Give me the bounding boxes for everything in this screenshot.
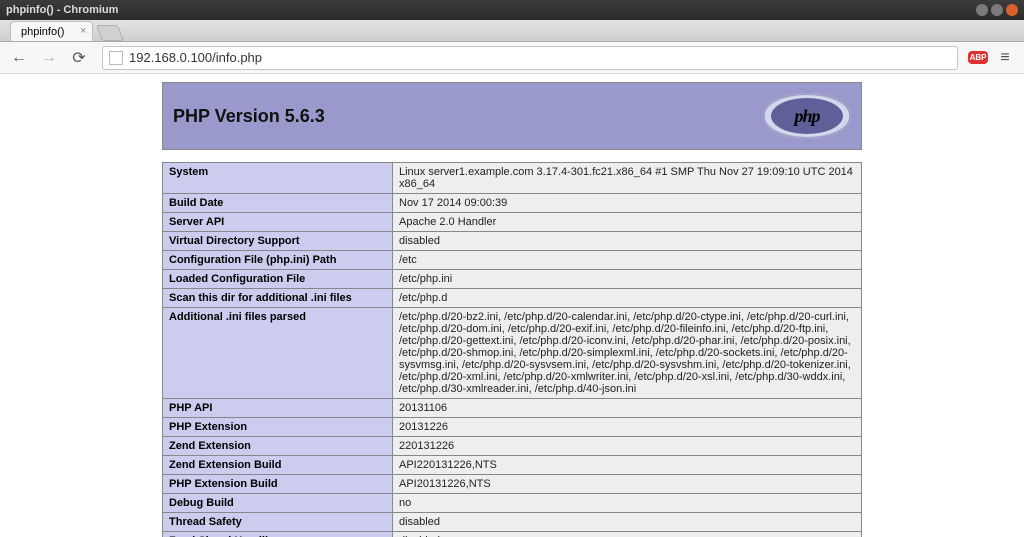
os-titlebar: phpinfo() - Chromium [0, 0, 1024, 20]
table-row: Debug Buildno [163, 494, 862, 513]
table-row: Scan this dir for additional .ini files/… [163, 289, 862, 308]
info-key: System [163, 163, 393, 194]
table-row: PHP Extension BuildAPI20131226,NTS [163, 475, 862, 494]
table-row: Additional .ini files parsed/etc/php.d/2… [163, 308, 862, 399]
info-value: /etc/php.ini [393, 270, 862, 289]
info-value: API220131226,NTS [393, 456, 862, 475]
window-maximize-button[interactable] [991, 4, 1003, 16]
adblock-extension-button[interactable]: ABP [968, 48, 988, 68]
reload-button[interactable]: ⟳ [66, 45, 92, 71]
table-row: Configuration File (php.ini) Path/etc [163, 251, 862, 270]
info-value: 20131106 [393, 399, 862, 418]
table-row: SystemLinux server1.example.com 3.17.4-3… [163, 163, 862, 194]
php-logo: php [763, 93, 851, 139]
info-value: Nov 17 2014 09:00:39 [393, 194, 862, 213]
info-key: Additional .ini files parsed [163, 308, 393, 399]
info-value: API20131226,NTS [393, 475, 862, 494]
menu-button[interactable]: ≡ [992, 45, 1018, 71]
arrow-right-icon: → [41, 49, 57, 67]
back-button[interactable]: ← [6, 45, 32, 71]
table-row: Zend Signal Handlingdisabled [163, 532, 862, 537]
info-value: /etc/php.d/20-bz2.ini, /etc/php.d/20-cal… [393, 308, 862, 399]
info-key: Server API [163, 213, 393, 232]
table-row: Virtual Directory Supportdisabled [163, 232, 862, 251]
info-key: Loaded Configuration File [163, 270, 393, 289]
info-value: Linux server1.example.com 3.17.4-301.fc2… [393, 163, 862, 194]
info-key: Debug Build [163, 494, 393, 513]
info-key: Zend Extension Build [163, 456, 393, 475]
info-value: disabled [393, 532, 862, 537]
info-key: Build Date [163, 194, 393, 213]
table-row: Loaded Configuration File/etc/php.ini [163, 270, 862, 289]
phpinfo-header: PHP Version 5.6.3 php [162, 82, 862, 150]
reload-icon: ⟳ [72, 48, 85, 68]
browser-tabstrip: phpinfo() × [0, 20, 1024, 42]
info-key: Zend Extension [163, 437, 393, 456]
address-bar-text: 192.168.0.100/info.php [129, 50, 951, 65]
info-value: disabled [393, 232, 862, 251]
table-row: Thread Safetydisabled [163, 513, 862, 532]
os-window-title: phpinfo() - Chromium [6, 4, 976, 16]
info-key: PHP API [163, 399, 393, 418]
info-key: Scan this dir for additional .ini files [163, 289, 393, 308]
window-close-button[interactable] [1006, 4, 1018, 16]
info-value: no [393, 494, 862, 513]
info-value: Apache 2.0 Handler [393, 213, 862, 232]
address-bar[interactable]: 192.168.0.100/info.php [102, 46, 958, 70]
browser-toolbar: ← → ⟳ 192.168.0.100/info.php ABP ≡ [0, 42, 1024, 74]
info-value: /etc [393, 251, 862, 270]
info-value: /etc/php.d [393, 289, 862, 308]
tab-title: phpinfo() [21, 26, 64, 38]
forward-button[interactable]: → [36, 45, 62, 71]
window-minimize-button[interactable] [976, 4, 988, 16]
page-icon [109, 51, 123, 65]
tab-close-icon[interactable]: × [80, 25, 86, 37]
info-key: PHP Extension [163, 418, 393, 437]
browser-tab[interactable]: phpinfo() × [10, 21, 93, 41]
abp-icon: ABP [968, 51, 989, 64]
info-key: Thread Safety [163, 513, 393, 532]
info-value: 220131226 [393, 437, 862, 456]
info-key: PHP Extension Build [163, 475, 393, 494]
info-value: 20131226 [393, 418, 862, 437]
info-value: disabled [393, 513, 862, 532]
table-row: Zend Extension BuildAPI220131226,NTS [163, 456, 862, 475]
arrow-left-icon: ← [11, 49, 27, 67]
phpinfo-table: SystemLinux server1.example.com 3.17.4-3… [162, 162, 862, 537]
info-key: Configuration File (php.ini) Path [163, 251, 393, 270]
hamburger-icon: ≡ [1000, 49, 1009, 67]
php-version-title: PHP Version 5.6.3 [173, 106, 325, 127]
table-row: PHP Extension20131226 [163, 418, 862, 437]
page-content[interactable]: PHP Version 5.6.3 php SystemLinux server… [0, 74, 1024, 537]
info-key: Zend Signal Handling [163, 532, 393, 537]
php-logo-text: php [771, 98, 843, 134]
table-row: Zend Extension220131226 [163, 437, 862, 456]
table-row: Build DateNov 17 2014 09:00:39 [163, 194, 862, 213]
table-row: Server APIApache 2.0 Handler [163, 213, 862, 232]
table-row: PHP API20131106 [163, 399, 862, 418]
info-key: Virtual Directory Support [163, 232, 393, 251]
new-tab-button[interactable] [97, 25, 125, 41]
